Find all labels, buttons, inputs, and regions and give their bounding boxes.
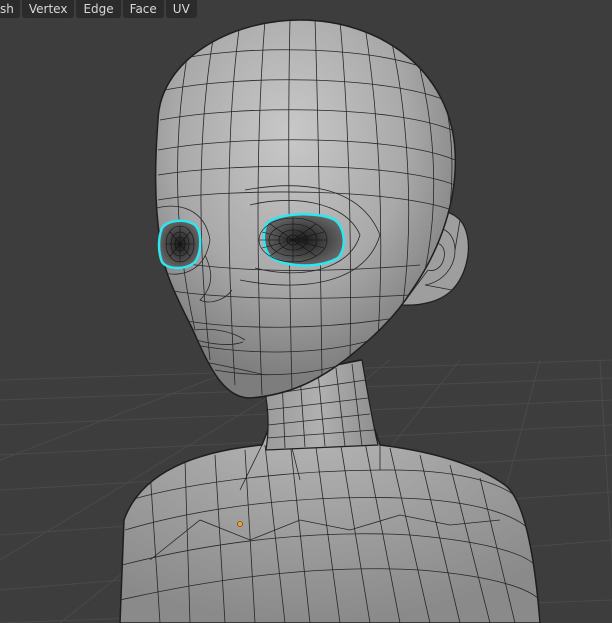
menu-face[interactable]: Face — [122, 0, 164, 18]
menu-vertex[interactable]: Vertex — [21, 0, 75, 18]
head-mesh[interactable] — [150, 19, 457, 399]
menu-uv[interactable]: UV — [165, 0, 197, 18]
left-eye-mesh[interactable] — [157, 219, 202, 270]
edit-mode-menubar: sh Vertex Edge Face UV — [0, 0, 197, 20]
menu-mesh[interactable]: sh — [0, 0, 20, 18]
active-vertex[interactable] — [237, 521, 243, 527]
3d-viewport[interactable] — [0, 0, 612, 623]
right-eye-mesh[interactable] — [258, 212, 345, 267]
menu-edge[interactable]: Edge — [76, 0, 121, 18]
